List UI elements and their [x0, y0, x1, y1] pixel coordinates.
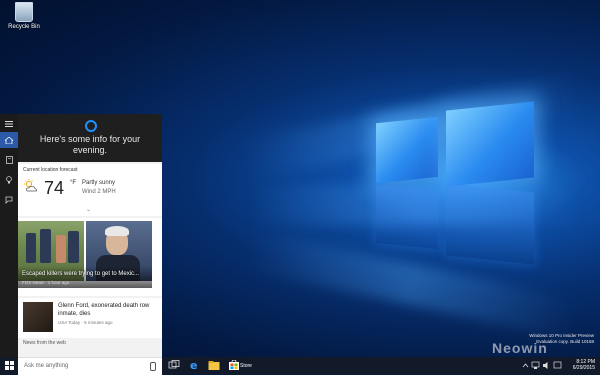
weather-caption: Current location forecast: [23, 167, 78, 173]
weather-condition: Partly sunny: [82, 180, 116, 186]
notifications-icon[interactable]: [553, 361, 562, 370]
build-watermark: Windows 10 Pro Insider Preview Evaluatio…: [529, 333, 594, 345]
task-view-icon[interactable]: [168, 360, 180, 371]
windows-start-icon: [4, 361, 14, 370]
cortana-header: Here's some info for your evening.: [18, 114, 162, 162]
news-source-small: USA Today · 5 minutes ago: [58, 320, 113, 325]
feedback-icon: [5, 196, 13, 204]
weather-unit: °F: [70, 180, 77, 186]
cortana-rail: [0, 114, 18, 357]
svg-text:e: e: [190, 360, 197, 371]
rail-home-button[interactable]: [0, 132, 18, 148]
news-card-small[interactable]: Glenn Ford, exonerated death row inmate,…: [18, 298, 162, 338]
store-label: Store: [240, 363, 252, 369]
weather-temperature: 74: [44, 178, 65, 198]
search-placeholder: Ask me anything: [24, 363, 69, 369]
home-icon: [5, 136, 13, 144]
cortana-panel: Here's some info for your evening. Curre…: [18, 114, 162, 357]
start-button[interactable]: [0, 357, 18, 374]
rail-feedback-button[interactable]: [0, 192, 18, 208]
volume-icon[interactable]: [542, 361, 551, 370]
microphone-icon[interactable]: [150, 362, 156, 371]
chevron-up-icon[interactable]: [522, 362, 529, 369]
recycle-bin-icon: [15, 2, 33, 22]
weather-wind: Wind 2 MPH: [82, 189, 116, 195]
chevron-down-icon[interactable]: ⌄: [86, 206, 91, 213]
cortana-search-box[interactable]: Ask me anything: [18, 357, 162, 375]
news-headline-large: Escaped killers were trying to get to Me…: [22, 271, 140, 277]
network-icon[interactable]: [531, 361, 540, 370]
store-icon[interactable]: [228, 360, 240, 371]
news-source-large: FOX News · 1 hour ago: [22, 280, 70, 285]
weather-card[interactable]: Current location forecast 74 °F Partly s…: [18, 164, 162, 216]
recycle-bin-desktop-icon[interactable]: Recycle Bin: [4, 2, 44, 30]
news-from-web-label: News from the web: [23, 340, 66, 346]
edge-browser-icon[interactable]: e: [189, 360, 201, 371]
news-thumbnail: [23, 302, 53, 332]
clock-date: 6/29/2015: [572, 365, 595, 371]
taskbar-clock[interactable]: 8:12 PM 6/29/2015: [573, 359, 595, 371]
system-tray: 8:12 PM 6/29/2015: [520, 357, 600, 374]
watermark-line2: Evaluation copy. Build 10158: [536, 339, 594, 344]
hamburger-menu-button[interactable]: [0, 116, 18, 132]
rail-notebook-button[interactable]: [0, 152, 18, 168]
cortana-circle-icon: [85, 120, 97, 132]
lightbulb-icon: [6, 176, 12, 184]
file-explorer-icon[interactable]: [208, 360, 220, 371]
rail-lightbulb-button[interactable]: [0, 172, 18, 188]
news-card-large[interactable]: Escaped killers were trying to get to Me…: [18, 218, 162, 296]
partly-sunny-icon: [24, 179, 37, 192]
news-title-small: Glenn Ford, exonerated death row inmate,…: [58, 303, 150, 317]
recycle-bin-label: Recycle Bin: [8, 24, 40, 30]
cortana-greeting: Here's some info for your evening.: [39, 134, 141, 155]
hamburger-icon: [5, 121, 13, 127]
notebook-icon: [5, 156, 13, 164]
